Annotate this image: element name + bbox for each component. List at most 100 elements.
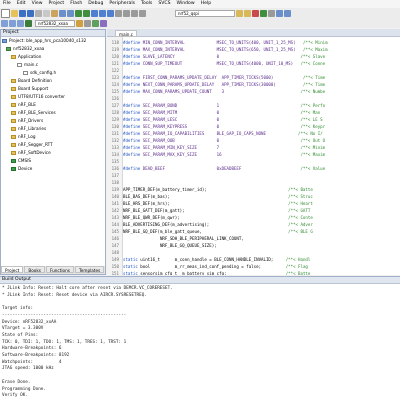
rebuild-icon[interactable] bbox=[17, 19, 24, 27]
code-line[interactable]: 148 bbox=[107, 249, 397, 256]
indent-icon[interactable] bbox=[115, 9, 122, 17]
redo-icon[interactable] bbox=[67, 9, 74, 17]
find-in-files-icon[interactable] bbox=[244, 9, 251, 17]
build-icon[interactable] bbox=[9, 19, 16, 27]
bookmark-prev-icon[interactable] bbox=[99, 9, 106, 17]
uncomment-icon[interactable] bbox=[139, 9, 146, 17]
undo-icon[interactable] bbox=[59, 9, 66, 17]
code-line[interactable]: 121 #define CONN_SUP_TIMEOUT MSEC_TO_UNIT… bbox=[107, 60, 397, 67]
manage-run-time-icon[interactable] bbox=[92, 19, 99, 27]
code-line[interactable]: 137 bbox=[107, 172, 397, 179]
code-line[interactable]: 118 #define MIN_CONN_INTERVAL MSEC_TO_UNI… bbox=[107, 39, 397, 46]
code-line[interactable]: 135 bbox=[107, 158, 397, 165]
target-options-icon[interactable] bbox=[76, 19, 83, 27]
code-line[interactable]: 124 #define NEXT_CONN_PARAMS_UPDATE_DELAY… bbox=[107, 81, 397, 88]
tree-group-utf-converter[interactable]: UTF8/UTF16 converter bbox=[11, 93, 65, 101]
code-line[interactable]: 146 NRF_SDH_BLE_PERIPHERAL_LINK_COUNT, bbox=[107, 235, 397, 242]
tree-group-nrf-libraries[interactable]: nRF_Libraries bbox=[11, 125, 46, 133]
code-line[interactable]: 123 #define FIRST_CONN_PARAMS_UPDATE_DELA… bbox=[107, 74, 397, 81]
code-line[interactable]: 139 APP_TIMER_DEF(m_battery_timer_id); /*… bbox=[107, 186, 397, 193]
code-line[interactable]: 128 #define SEC_PARAM_MITM 0 /**< Man bbox=[107, 109, 397, 116]
code-line[interactable]: 134 #define SEC_PARAM_MAX_KEY_SIZE 16 /**… bbox=[107, 151, 397, 158]
menu-flash[interactable]: Flash bbox=[67, 0, 85, 8]
open-icon[interactable] bbox=[11, 9, 18, 17]
code-line[interactable]: 142 NRF_BLE_GATT_DEF(m_gatt); /**< GATT bbox=[107, 207, 397, 214]
tree-group-nrf-log[interactable]: nRF_Log bbox=[11, 133, 36, 141]
comment-icon[interactable] bbox=[131, 9, 138, 17]
tree-project-root[interactable]: Project: ble_app_hrs_pca10040_s132 bbox=[2, 37, 86, 45]
code-line[interactable]: 126 bbox=[107, 95, 397, 102]
code-line[interactable]: 127 #define SEC_PARAM_BOND 1 /**< Perfo bbox=[107, 102, 397, 109]
code-editor[interactable]: 118 #define MIN_CONN_INTERVAL MSEC_TO_UNI… bbox=[107, 37, 400, 275]
menu-help[interactable]: Help bbox=[198, 0, 214, 8]
find-icon[interactable] bbox=[236, 9, 243, 17]
save-icon[interactable] bbox=[19, 9, 26, 17]
code-line[interactable]: 119 #define MAX_CONN_INTERVAL MSEC_TO_UNI… bbox=[107, 46, 397, 53]
code-line[interactable]: 125 #define MAX_CONN_PARAMS_UPDATE_COUNT … bbox=[107, 88, 397, 95]
menu-peripherals[interactable]: Peripherals bbox=[106, 0, 138, 8]
tree-target[interactable]: nrf52832_xxaa bbox=[6, 45, 44, 53]
nav-forward-icon[interactable] bbox=[83, 9, 90, 17]
code-line[interactable]: 131 #define SEC_PARAM_IO_CAPABILITIES BLE… bbox=[107, 130, 397, 137]
debug-icon[interactable] bbox=[252, 9, 259, 17]
code-line[interactable]: 145 NRF_BLE_GQ_DEF(m_ble_gatt_queue, /**<… bbox=[107, 228, 397, 235]
menu-debug[interactable]: Debug bbox=[85, 0, 106, 8]
bookmark-icon[interactable] bbox=[91, 9, 98, 17]
outdent-icon[interactable] bbox=[123, 9, 130, 17]
editor-tab-main-c[interactable]: main.c bbox=[115, 30, 138, 37]
tree-group-nrf-ble[interactable]: nRF_BLE bbox=[11, 101, 36, 109]
tree-group-cmsis[interactable]: CMSIS bbox=[11, 157, 31, 165]
menu-file[interactable]: File bbox=[0, 0, 14, 8]
code-line[interactable]: 143 NRF_BLE_QWR_DEF(m_qwr); /**< Conte bbox=[107, 214, 397, 221]
tree-group-nrf-drivers[interactable]: nRF_Drivers bbox=[11, 117, 43, 125]
tools-icon[interactable] bbox=[284, 9, 291, 17]
tree-group-board-definition[interactable]: Board Definition bbox=[11, 77, 52, 85]
tree-group-nrf-softdevice[interactable]: nRF_SoftDevice bbox=[11, 149, 51, 157]
code-line[interactable]: 136 #define DEAD_BEEF 0xDEADBEEF /**< Val… bbox=[107, 165, 397, 172]
code-line[interactable]: 138 bbox=[107, 179, 397, 186]
code-line[interactable]: 129 #define SEC_PARAM_LESC 0 /**< LE S bbox=[107, 116, 397, 123]
code-line[interactable]: 147 NRF_BLE_GQ_QUEUE_SIZE); bbox=[107, 242, 397, 249]
menu-svcs[interactable]: SVCS bbox=[155, 0, 173, 8]
tree-group-nrf-segger-rtt[interactable]: nRF_Segger_RTT bbox=[11, 141, 53, 149]
menu-view[interactable]: View bbox=[29, 0, 46, 8]
pack-installer-icon[interactable] bbox=[100, 19, 107, 27]
nav-back-icon[interactable] bbox=[75, 9, 82, 17]
tree-group-device[interactable]: Device bbox=[11, 165, 32, 173]
code-line[interactable]: 132 #define SEC_PARAM_OOB 0 /**< Out O bbox=[107, 137, 397, 144]
stop-icon[interactable] bbox=[260, 9, 267, 17]
target-select[interactable]: nrf52832_xxaa bbox=[35, 19, 75, 27]
tree-group-nrf-ble-services[interactable]: nRF_BLE_Services bbox=[11, 109, 56, 117]
tab-books[interactable]: Books bbox=[24, 266, 45, 273]
load-icon[interactable] bbox=[25, 19, 32, 27]
menu-edit[interactable]: Edit bbox=[14, 0, 29, 8]
bookmark-next-icon[interactable] bbox=[107, 9, 114, 17]
code-line[interactable]: 120 #define SLAVE_LATENCY 0 /**< Slave bbox=[107, 53, 397, 60]
code-line[interactable]: 149 static uint16_t m_conn_handle = BLE_C… bbox=[107, 256, 397, 263]
config-icon[interactable] bbox=[268, 9, 275, 17]
tab-functions[interactable]: Functions bbox=[45, 266, 74, 273]
file-extensions-icon[interactable] bbox=[84, 19, 91, 27]
code-line[interactable]: 151 static sensorsim_cfg_t m_battery_sim_… bbox=[107, 270, 397, 275]
code-line[interactable]: 130 #define SEC_PARAM_KEYPRESS 0 /**< Key… bbox=[107, 123, 397, 130]
code-line[interactable]: 144 BLE_ADVERTISING_DEF(m_advertising); /… bbox=[107, 221, 397, 228]
copy-icon[interactable] bbox=[43, 9, 50, 17]
menu-tools[interactable]: Tools bbox=[138, 0, 155, 8]
search-combo[interactable]: nrf52_qspi bbox=[175, 9, 235, 17]
tab-templates[interactable]: Templates bbox=[74, 266, 105, 273]
paste-icon[interactable] bbox=[51, 9, 58, 17]
code-line[interactable]: 140 BLE_BAS_DEF(m_bas); /**< Struc bbox=[107, 193, 397, 200]
tree-file-main-c[interactable]: main.c bbox=[17, 61, 38, 69]
cut-icon[interactable] bbox=[35, 9, 42, 17]
tree-group-application[interactable]: Application bbox=[11, 53, 41, 61]
window-layout-icon[interactable] bbox=[276, 9, 283, 17]
code-line[interactable]: 141 BLE_HRS_DEF(m_hrs); /**< Heart bbox=[107, 200, 397, 207]
tree-group-board-support[interactable]: Board Support bbox=[11, 85, 48, 93]
code-line[interactable]: 150 static bool m_rr_meas_ind_conf_pendin… bbox=[107, 263, 397, 270]
code-line[interactable]: 133 #define SEC_PARAM_MIN_KEY_SIZE 7 /**<… bbox=[107, 144, 397, 151]
code-line[interactable]: 122 bbox=[107, 67, 397, 74]
menu-project[interactable]: Project bbox=[46, 0, 68, 8]
tree-file-sdk-config[interactable]: sdk_config.h bbox=[23, 69, 56, 77]
tab-project[interactable]: Project bbox=[1, 266, 24, 273]
menu-window[interactable]: Window bbox=[174, 0, 198, 8]
